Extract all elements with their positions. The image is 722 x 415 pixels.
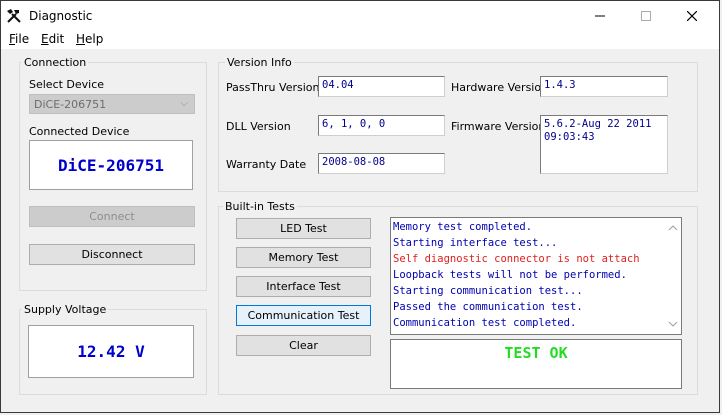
log-line: Self diagnostic connector is not attach xyxy=(393,253,640,265)
firmware-version-label: Firmware Version xyxy=(451,120,546,133)
built-in-tests-label: Built-in Tests xyxy=(223,200,297,213)
dll-version-label: DLL Version xyxy=(226,120,291,133)
log-line: Memory test completed. xyxy=(393,221,533,233)
minimize-button[interactable] xyxy=(577,1,623,30)
menu-file[interactable]: File xyxy=(9,32,29,46)
log-line: Starting interface test... xyxy=(393,237,558,249)
close-button[interactable] xyxy=(669,1,715,30)
passthru-version-field: 04.04 xyxy=(318,76,445,97)
test-result-display: TEST OK xyxy=(390,339,682,389)
log-line: Starting communication test... xyxy=(393,285,583,297)
communication-test-button[interactable]: Communication Test xyxy=(236,305,371,326)
memory-test-button[interactable]: Memory Test xyxy=(236,247,371,268)
connect-button[interactable]: Connect xyxy=(29,206,195,227)
disconnect-button[interactable]: Disconnect xyxy=(29,244,195,265)
clear-button[interactable]: Clear xyxy=(236,335,371,356)
select-device-label: Select Device xyxy=(29,78,105,91)
test-log[interactable]: Memory test completed. Starting interface… xyxy=(390,217,682,335)
led-test-button[interactable]: LED Test xyxy=(236,218,371,239)
window-title: Diagnostic xyxy=(29,9,93,23)
supply-voltage-display: 12.42 V xyxy=(28,325,194,378)
log-line: Communication test completed. xyxy=(393,317,577,329)
connection-group-label: Connection xyxy=(22,56,89,69)
log-line: Passed the communication test. xyxy=(393,301,583,313)
chevron-down-icon: ⌵ xyxy=(180,98,188,109)
hardware-version-label: Hardware Version xyxy=(451,81,549,94)
device-select: DiCE-206751 ⌵ xyxy=(29,94,195,114)
menu-edit[interactable]: Edit xyxy=(41,32,64,46)
device-select-value: DiCE-206751 xyxy=(34,98,107,111)
connected-device-label: Connected Device xyxy=(29,125,130,138)
log-line: Loopback tests will not be performed. xyxy=(393,269,627,281)
menu-help[interactable]: Help xyxy=(76,32,103,46)
log-scrollbar[interactable] xyxy=(665,218,681,334)
hardware-version-field: 1.4.3 xyxy=(540,76,668,97)
connected-device-display: DiCE-206751 xyxy=(29,140,193,190)
passthru-version-label: PassThru Version xyxy=(226,81,320,94)
firmware-version-field: 5.6.2-Aug 22 2011 09:03:43 xyxy=(540,115,668,174)
warranty-date-label: Warranty Date xyxy=(226,158,307,171)
dll-version-field: 6, 1, 0, 0 xyxy=(318,115,445,136)
tools-icon xyxy=(6,8,22,24)
maximize-button[interactable] xyxy=(623,1,669,30)
warranty-date-field: 2008-08-08 xyxy=(318,153,445,174)
interface-test-button[interactable]: Interface Test xyxy=(236,276,371,297)
supply-voltage-label: Supply Voltage xyxy=(22,303,109,316)
test-result-text: TEST OK xyxy=(504,344,568,362)
menu-bar xyxy=(1,30,720,49)
version-info-label: Version Info xyxy=(225,56,294,69)
